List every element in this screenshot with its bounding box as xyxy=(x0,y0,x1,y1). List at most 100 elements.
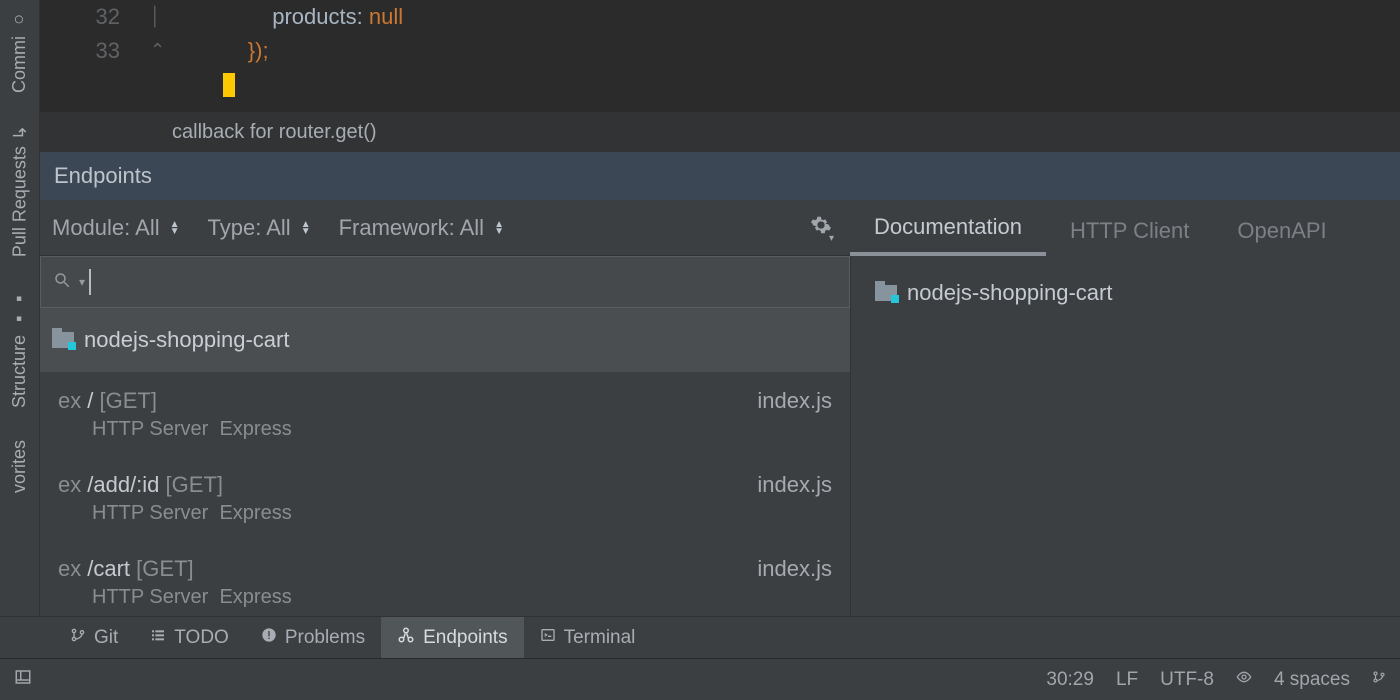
details-tab-strip: Documentation HTTP Client OpenAPI xyxy=(850,200,1400,256)
sidebar-label: Structure xyxy=(9,335,30,408)
filter-label: Type: All xyxy=(208,215,291,241)
line-number: 33 xyxy=(40,34,120,68)
input-caret xyxy=(89,269,91,295)
bottom-tab-terminal[interactable]: Terminal xyxy=(524,617,652,659)
settings-button[interactable]: ▾ xyxy=(810,214,832,242)
terminal-icon xyxy=(540,627,556,649)
endpoint-framework: Express xyxy=(219,586,291,608)
layout-icon xyxy=(14,668,32,686)
list-icon xyxy=(150,627,166,649)
sidebar-tab-favorites[interactable]: vorites xyxy=(9,430,30,503)
tab-label: Problems xyxy=(285,627,365,649)
code-text: }); xyxy=(248,38,269,63)
framework-badge: ex xyxy=(58,388,81,413)
text-caret xyxy=(223,73,235,97)
warning-icon xyxy=(261,627,277,649)
filter-framework[interactable]: Framework: All ▲▼ xyxy=(339,215,504,241)
bottom-tab-endpoints[interactable]: Endpoints xyxy=(381,617,524,659)
bottom-tab-git[interactable]: Git xyxy=(54,617,134,659)
endpoint-server: HTTP Server xyxy=(92,418,208,440)
tab-label: Endpoints xyxy=(423,627,508,649)
branch-icon xyxy=(70,627,86,649)
bottom-tab-problems[interactable]: Problems xyxy=(245,617,381,659)
endpoint-row[interactable]: ex/ [GET] index.js HTTP Server Express xyxy=(40,372,850,456)
endpoint-path: / xyxy=(87,388,93,413)
tab-label: Terminal xyxy=(564,627,636,649)
endpoint-method: [GET] xyxy=(136,556,193,581)
sidebar-label: vorites xyxy=(9,440,30,493)
framework-badge: ex xyxy=(58,556,81,581)
line-separator[interactable]: LF xyxy=(1116,669,1138,691)
code-area[interactable]: products: null }); xyxy=(150,0,403,102)
endpoint-file: index.js xyxy=(757,388,832,414)
readonly-toggle[interactable] xyxy=(1236,669,1252,691)
filter-label: Framework: All xyxy=(339,215,484,241)
code-editor[interactable]: 32 33 │ ⌃ products: null }); xyxy=(40,0,1400,114)
structure-icon: ▪▪ xyxy=(9,289,30,329)
status-right-group: 30:29 LF UTF-8 4 spaces xyxy=(1046,669,1386,691)
encoding[interactable]: UTF-8 xyxy=(1160,669,1214,691)
null-keyword: null xyxy=(369,4,403,29)
sidebar-tab-commit[interactable]: Commi ○ xyxy=(9,0,30,103)
endpoint-row[interactable]: ex/add/:id [GET] index.js HTTP Server Ex… xyxy=(40,456,850,540)
endpoint-method: [GET] xyxy=(166,472,223,497)
breadcrumb-hint[interactable]: callback for router.get() xyxy=(40,112,1400,152)
folder-icon xyxy=(52,332,74,348)
endpoint-file: index.js xyxy=(757,472,832,498)
tab-openapi[interactable]: OpenAPI xyxy=(1213,206,1350,256)
sidebar-tab-structure[interactable]: Structure ▪▪ xyxy=(9,279,30,418)
sidebar-label: Commi xyxy=(9,36,30,93)
left-tool-tab-bar: Commi ○ Pull Requests ↳ Structure ▪▪ vor… xyxy=(0,0,40,700)
pull-request-icon: ↳ xyxy=(9,125,31,140)
bottom-tool-tabs: Git TODO Problems Endpoints Terminal xyxy=(0,616,1400,658)
documentation-pane: nodejs-shopping-cart xyxy=(850,256,1400,616)
tool-windows-toggle[interactable] xyxy=(14,668,32,692)
endpoint-method: [GET] xyxy=(100,388,157,413)
status-bar: 30:29 LF UTF-8 4 spaces xyxy=(0,658,1400,700)
doc-project-name: nodejs-shopping-cart xyxy=(907,280,1112,306)
sort-icon: ▲▼ xyxy=(494,221,504,235)
filter-type[interactable]: Type: All ▲▼ xyxy=(208,215,311,241)
endpoint-server: HTTP Server xyxy=(92,502,208,524)
endpoint-path: /add/:id xyxy=(87,472,159,497)
colon: : xyxy=(357,4,369,29)
endpoints-list: nodejs-shopping-cart ex/ [GET] index.js … xyxy=(40,308,850,616)
documentation-project-row[interactable]: nodejs-shopping-cart xyxy=(875,280,1376,306)
commit-icon: ○ xyxy=(9,10,30,30)
bottom-tab-todo[interactable]: TODO xyxy=(134,617,245,659)
line-number xyxy=(40,68,120,102)
indent-setting[interactable]: 4 spaces xyxy=(1274,669,1350,691)
sidebar-tab-pull-requests[interactable]: Pull Requests ↳ xyxy=(9,115,31,267)
object-key: products xyxy=(272,4,356,29)
branch-icon xyxy=(1372,669,1386,685)
eye-icon xyxy=(1236,669,1252,685)
project-name: nodejs-shopping-cart xyxy=(84,327,289,353)
line-number: 32 xyxy=(40,0,120,34)
folder-icon xyxy=(875,285,897,301)
git-branch-status[interactable] xyxy=(1372,669,1386,691)
endpoint-server: HTTP Server xyxy=(92,586,208,608)
gutter: 32 33 xyxy=(40,0,150,102)
endpoint-framework: Express xyxy=(219,418,291,440)
chevron-down-icon: ▾ xyxy=(79,275,85,289)
tool-window-title[interactable]: Endpoints xyxy=(40,152,1400,200)
search-icon xyxy=(53,271,71,294)
chevron-down-icon: ▾ xyxy=(829,233,834,244)
sidebar-label: Pull Requests xyxy=(9,146,30,257)
endpoint-row[interactable]: ex/cart [GET] index.js HTTP Server Expre… xyxy=(40,540,850,616)
tab-http-client[interactable]: HTTP Client xyxy=(1046,206,1213,256)
endpoints-icon xyxy=(397,626,415,650)
indent xyxy=(150,38,248,63)
sort-icon: ▲▼ xyxy=(301,221,311,235)
filter-label: Module: All xyxy=(52,215,160,241)
endpoint-file: index.js xyxy=(757,556,832,582)
tab-documentation[interactable]: Documentation xyxy=(850,202,1046,256)
endpoint-framework: Express xyxy=(219,502,291,524)
endpoints-search-box[interactable]: ▾ xyxy=(40,256,850,308)
cursor-position[interactable]: 30:29 xyxy=(1046,669,1094,691)
filter-module[interactable]: Module: All ▲▼ xyxy=(52,215,180,241)
endpoint-path: /cart xyxy=(87,556,130,581)
tab-label: TODO xyxy=(174,627,229,649)
tab-label: Git xyxy=(94,627,118,649)
project-group-row[interactable]: nodejs-shopping-cart xyxy=(40,308,850,372)
